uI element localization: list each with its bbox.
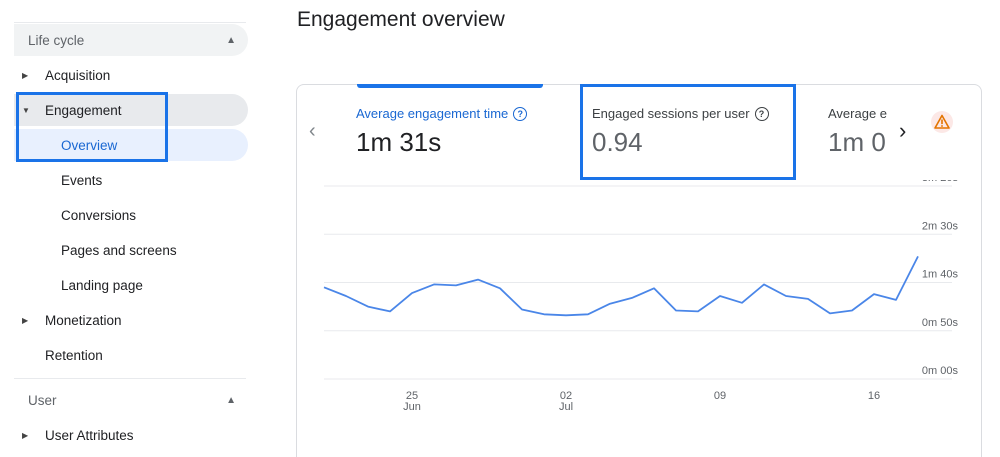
page-title: Engagement overview	[297, 8, 505, 31]
y-tick-label: 2m 30s	[922, 220, 959, 232]
sidebar-section-label: Life cycle	[28, 32, 85, 48]
sidebar-divider	[14, 378, 246, 379]
sidebar-item-monetization[interactable]: ▶ Monetization	[14, 304, 248, 336]
y-tick-label: 3m 20s	[922, 180, 959, 184]
sidebar-section-lifecycle[interactable]: Life cycle ▲	[14, 24, 248, 56]
x-tick-label: 16	[868, 390, 880, 402]
sidebar-item-user-attributes[interactable]: ▶ User Attributes	[14, 419, 248, 451]
chevron-left-icon[interactable]: ‹	[309, 120, 316, 143]
sidebar-subitem-overview[interactable]: Overview	[14, 129, 248, 161]
selected-tab-indicator	[357, 84, 543, 88]
warning-icon[interactable]	[931, 111, 953, 133]
sidebar-item-label: Acquisition	[45, 67, 111, 83]
x-tick-label: 09	[714, 390, 726, 402]
x-tick-sublabel: Jul	[559, 401, 573, 413]
metric-value: 0.94	[592, 127, 643, 157]
sidebar-item-acquisition[interactable]: ▶ Acquisition	[14, 59, 248, 91]
metric-tab-average-engagement-time[interactable]: Average engagement time ? 1m 31s	[356, 106, 528, 158]
y-tick-label: 1m 40s	[922, 269, 959, 281]
caret-right-icon: ▶	[22, 430, 29, 440]
sidebar-subitem-pages-and-screens[interactable]: Pages and screens	[14, 234, 248, 266]
sidebar-item-label: Retention	[45, 347, 103, 363]
metric-label: Average engagement time	[356, 106, 509, 121]
metric-tab-average-truncated[interactable]: Average e 1m 0	[828, 106, 892, 158]
metric-label: Average e	[828, 106, 888, 121]
sidebar-item-engagement[interactable]: ▼ Engagement	[14, 94, 248, 126]
series-line[interactable]	[323, 255, 919, 317]
sidebar-subitem-label: Overview	[61, 137, 118, 153]
sidebar-subitem-label: Pages and screens	[61, 242, 177, 258]
metric-value: 1m 31s	[356, 127, 442, 157]
sidebar-item-label: User Attributes	[45, 427, 134, 443]
metric-label: Engaged sessions per user	[592, 106, 750, 121]
sidebar-subitem-events[interactable]: Events	[14, 164, 248, 196]
sidebar-top-divider	[14, 22, 246, 23]
sidebar-section-user[interactable]: User ▲	[14, 384, 248, 416]
y-tick-label: 0m 50s	[922, 317, 959, 329]
sidebar-item-label: Monetization	[45, 312, 122, 328]
metric-value: 1m 0	[828, 127, 886, 157]
sidebar-subitem-landing-page[interactable]: Landing page	[14, 269, 248, 301]
help-icon[interactable]: ?	[754, 106, 769, 121]
sidebar-item-retention[interactable]: Retention	[14, 339, 248, 371]
caret-right-icon: ▶	[22, 70, 29, 80]
help-icon[interactable]: ?	[513, 106, 528, 121]
metric-tab-engaged-sessions-per-user[interactable]: Engaged sessions per user ? 0.94	[592, 106, 769, 158]
y-tick-label: 0m 00s	[922, 365, 959, 377]
sidebar-subitem-label: Landing page	[61, 277, 143, 293]
chevron-right-icon[interactable]: ›	[899, 118, 906, 144]
x-tick-sublabel: Jun	[403, 401, 421, 413]
chevron-up-icon[interactable]: ▲	[226, 35, 236, 46]
sidebar-section-label: User	[28, 392, 57, 408]
chevron-up-icon[interactable]: ▲	[226, 395, 236, 406]
sidebar-subitem-label: Conversions	[61, 207, 137, 223]
sidebar-item-label: Engagement	[45, 102, 122, 118]
sidebar-subitem-label: Events	[61, 172, 103, 188]
caret-right-icon: ▶	[22, 315, 29, 325]
caret-down-icon: ▼	[22, 105, 30, 115]
sidebar: Life cycle ▲ ▶ Acquisition ▼ Engagement …	[0, 0, 262, 457]
sidebar-subitem-conversions[interactable]: Conversions	[14, 199, 248, 231]
engagement-line-chart: 3m 20s2m 30s1m 40s0m 50s0m 00s25Jun02Jul…	[323, 180, 959, 413]
